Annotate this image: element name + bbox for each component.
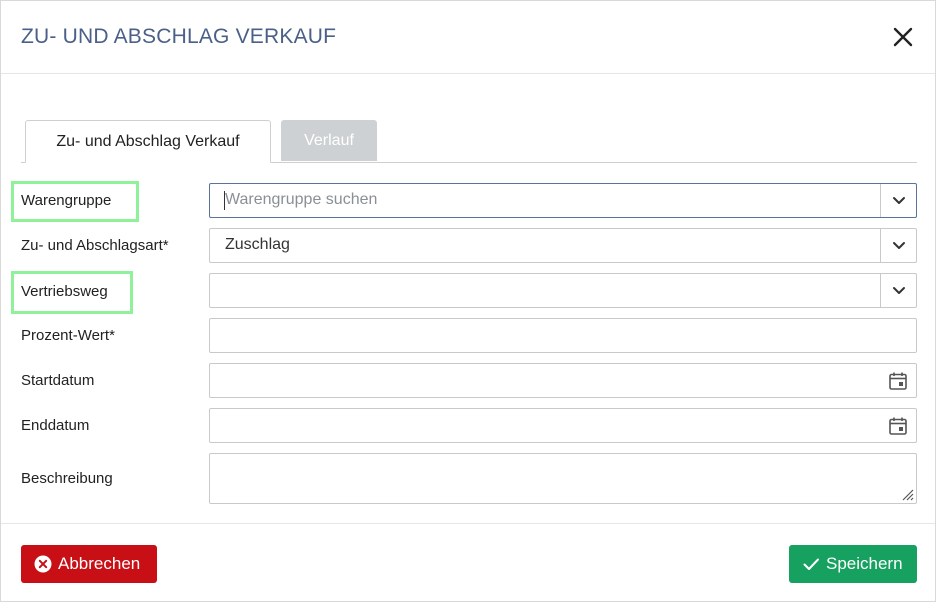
warengruppe-placeholder: Warengruppe suchen: [225, 191, 378, 208]
dialog-footer: Abbrechen Speichern: [1, 523, 935, 602]
startdatum-label: Startdatum: [21, 372, 95, 389]
tab-zu-und-abschlag-verkauf[interactable]: Zu- und Abschlag Verkauf: [25, 120, 271, 163]
chevron-down-icon: [892, 196, 905, 204]
beschreibung-label: Beschreibung: [21, 470, 113, 487]
save-button[interactable]: Speichern: [789, 545, 917, 583]
dialog-header: ZU- UND ABSCHLAG VERKAUF: [1, 1, 935, 74]
calendar-icon[interactable]: [888, 371, 908, 391]
enddatum-input[interactable]: [209, 408, 917, 443]
warengruppe-select[interactable]: Warengruppe suchen: [209, 183, 917, 218]
vertriebsweg-dropdown-toggle[interactable]: [880, 274, 916, 307]
save-button-label: Speichern: [826, 554, 903, 573]
prozent-label: Prozent-Wert*: [21, 327, 115, 344]
chevron-down-icon: [892, 241, 905, 249]
cancel-circle-icon: [34, 555, 52, 573]
art-value: Zuschlag: [225, 236, 290, 253]
warengruppe-label: Warengruppe: [21, 192, 112, 209]
prozent-input[interactable]: [209, 318, 917, 353]
art-dropdown-toggle[interactable]: [880, 229, 916, 262]
close-button[interactable]: [891, 25, 915, 49]
chevron-down-icon: [892, 286, 905, 294]
cancel-button[interactable]: Abbrechen: [21, 545, 157, 583]
dialog: ZU- UND ABSCHLAG VERKAUF Zu- und Abschla…: [0, 0, 936, 602]
enddatum-label: Enddatum: [21, 417, 90, 434]
warengruppe-dropdown-toggle[interactable]: [880, 184, 916, 217]
vertriebsweg-label: Vertriebsweg: [21, 283, 108, 300]
resize-handle-icon[interactable]: [898, 485, 914, 501]
tab-verlauf[interactable]: Verlauf: [281, 120, 377, 161]
startdatum-input[interactable]: [209, 363, 917, 398]
art-label: Zu- und Abschlagsart*: [21, 237, 169, 254]
vertriebsweg-select[interactable]: [209, 273, 917, 308]
cancel-button-label: Abbrechen: [58, 554, 141, 573]
art-select[interactable]: Zuschlag: [209, 228, 917, 263]
tab-bar: Zu- und Abschlag Verkauf Verlauf: [21, 120, 917, 163]
close-icon: [893, 27, 913, 47]
beschreibung-textarea[interactable]: [209, 453, 917, 504]
calendar-icon[interactable]: [888, 416, 908, 436]
checkmark-icon: [802, 555, 820, 573]
dialog-title: ZU- UND ABSCHLAG VERKAUF: [21, 25, 337, 48]
